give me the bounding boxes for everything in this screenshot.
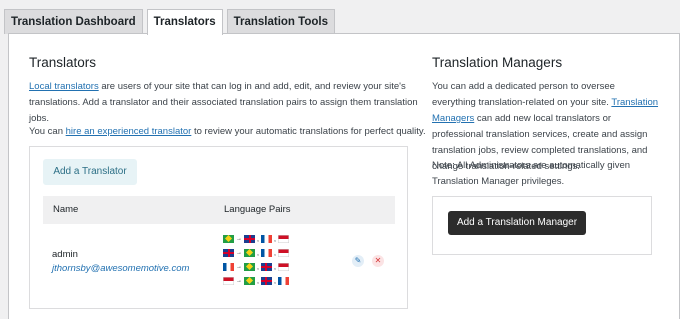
separator: , (273, 249, 276, 257)
managers-title: Translation Managers (432, 55, 563, 70)
column-language-pairs: Language Pairs (224, 204, 291, 215)
managers-desc-prefix: You can add a dedicated person to overse… (432, 81, 615, 108)
arrow-icon: → (236, 278, 242, 284)
add-translator-button[interactable]: Add a Translator (43, 159, 137, 185)
tab-translation-tools[interactable]: Translation Tools (226, 9, 335, 34)
flag-br-icon (244, 277, 255, 285)
translators-intro: Local translators are users of your site… (29, 79, 419, 127)
flag-id-icon (223, 277, 234, 285)
separator: , (273, 235, 276, 243)
separator: , (257, 235, 259, 243)
flag-br-icon (244, 263, 255, 271)
tab-bar: Translation Dashboard Translators Transl… (4, 9, 335, 35)
language-pair: →,, (223, 232, 303, 246)
language-pair: →,, (223, 274, 303, 288)
arrow-icon: → (236, 236, 242, 242)
hire-suffix: to review your automatic translations fo… (191, 126, 426, 137)
language-pairs: →,, →,, →,, →,, (223, 232, 303, 288)
edit-translator-pencil-icon[interactable]: ✎ (352, 255, 364, 267)
hire-translator-link[interactable]: hire an experienced translator (66, 126, 192, 137)
translator-name: admin (52, 249, 78, 260)
separator: , (273, 263, 276, 271)
hire-text: You can hire an experienced translator t… (29, 124, 429, 140)
flag-br-icon (223, 235, 234, 243)
flag-fr-icon (260, 249, 272, 257)
translators-table-box: Add a Translator Name Language Pairs adm… (29, 146, 408, 309)
flag-fr-icon (260, 235, 272, 243)
flag-fr-icon (223, 263, 234, 271)
tab-translation-dashboard[interactable]: Translation Dashboard (4, 9, 143, 34)
translators-title: Translators (29, 55, 97, 70)
flag-fr-icon (277, 277, 289, 285)
flag-br-icon (244, 249, 255, 257)
flag-gb-icon (223, 249, 234, 257)
flag-gb-icon (260, 263, 272, 271)
hire-prefix: You can (29, 126, 66, 137)
separator: , (257, 277, 259, 285)
tab-translators[interactable]: Translators (146, 9, 223, 35)
flag-id-icon (277, 263, 289, 271)
language-pair: →,, (223, 246, 303, 260)
flag-gb-icon (244, 235, 255, 243)
administrators-note: Note: All Administrators are automatical… (432, 160, 631, 187)
manager-box: Add a Translation Manager (432, 196, 652, 255)
flag-id-icon (277, 249, 289, 257)
delete-translator-close-icon[interactable]: ✕ (372, 255, 384, 267)
language-pair: →,, (223, 260, 303, 274)
local-translators-link[interactable]: Local translators (29, 81, 99, 92)
arrow-icon: → (236, 264, 242, 270)
column-name: Name (53, 204, 79, 215)
separator: , (257, 249, 259, 257)
separator: , (257, 263, 259, 271)
table-header: Name Language Pairs (43, 196, 395, 224)
separator: , (273, 277, 276, 285)
translator-email[interactable]: jthornsby@awesomemotive.com (52, 263, 189, 274)
arrow-icon: → (236, 250, 242, 256)
flag-gb-icon (260, 277, 272, 285)
flag-id-icon (277, 235, 289, 243)
add-translation-manager-button[interactable]: Add a Translation Manager (448, 211, 586, 235)
